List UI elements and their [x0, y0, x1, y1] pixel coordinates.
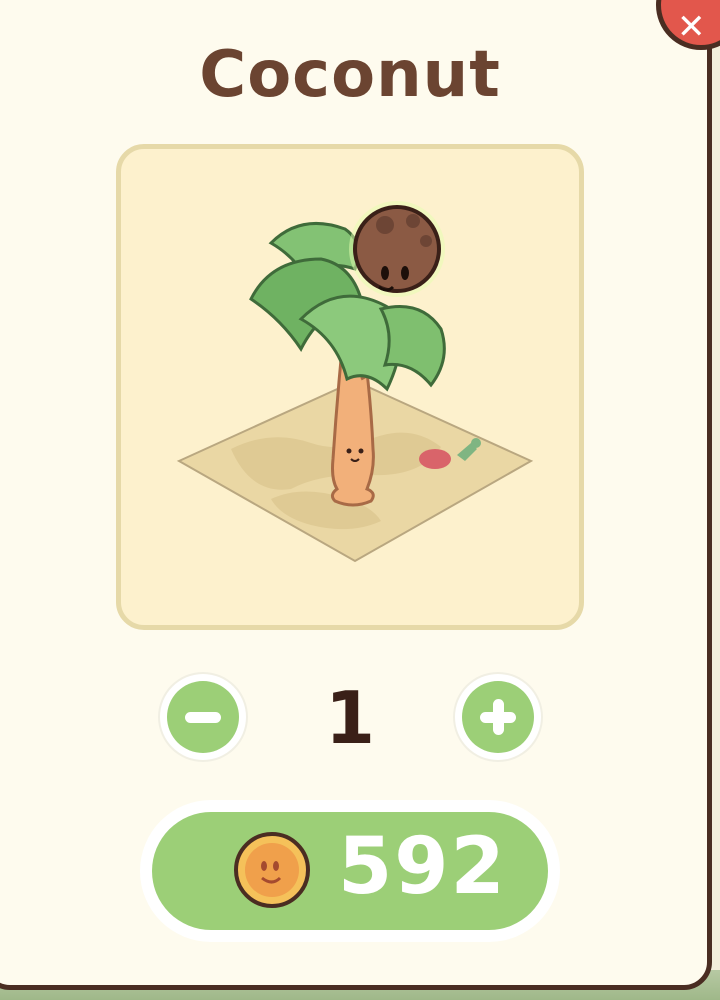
price-label: 592 [338, 822, 507, 912]
decrease-quantity-button[interactable] [160, 674, 246, 760]
item-preview-card [116, 144, 584, 630]
coin-icon [234, 832, 310, 908]
item-title: Coconut [199, 38, 501, 112]
plus-icon [462, 681, 534, 753]
minus-icon [167, 681, 239, 753]
coconut-tree-illustration [176, 201, 534, 563]
quantity-value: 1 [324, 676, 376, 760]
increase-quantity-button[interactable] [455, 674, 541, 760]
